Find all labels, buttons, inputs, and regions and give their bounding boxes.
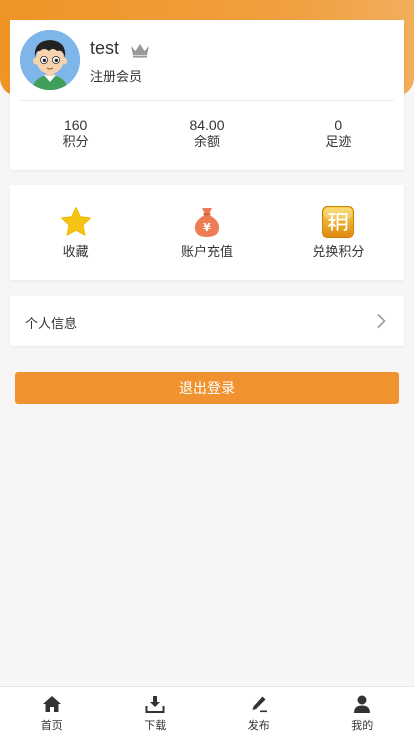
recharge-label: 账户充值: [141, 241, 272, 260]
profile-info-label: 个人信息: [25, 313, 77, 332]
svg-text:¥: ¥: [203, 221, 211, 234]
stat-value: 160: [10, 116, 141, 134]
actions-card: 收藏 ¥ 账户充值 兑换: [10, 185, 404, 280]
star-icon: [59, 205, 93, 239]
tab-mine[interactable]: 我的: [311, 687, 414, 737]
crown-icon: [130, 42, 150, 58]
logout-button[interactable]: 退出登录: [15, 372, 399, 404]
divider: [20, 100, 394, 101]
stat-label: 余额: [141, 134, 272, 152]
username: test: [90, 38, 119, 59]
stat-balance[interactable]: 84.00 余额: [141, 116, 272, 152]
stat-points[interactable]: 160 积分: [10, 116, 141, 152]
boy-avatar-icon[interactable]: [20, 30, 80, 90]
tab-label: 下载: [104, 717, 208, 733]
stat-footprints[interactable]: 0 足迹: [273, 116, 404, 152]
stat-value: 84.00: [141, 116, 272, 134]
chevron-right-icon: [376, 313, 386, 329]
favorites-button[interactable]: 收藏: [10, 185, 141, 280]
redeem-points-button[interactable]: 兑换积分: [273, 185, 404, 280]
tab-label: 首页: [0, 717, 104, 733]
points-exchange-icon: [321, 205, 355, 239]
home-icon: [42, 695, 62, 713]
recharge-button[interactable]: ¥ 账户充值: [141, 185, 272, 280]
stat-value: 0: [273, 116, 404, 134]
stat-label: 足迹: [273, 134, 404, 152]
profile-info-row[interactable]: 个人信息: [10, 296, 404, 346]
tab-publish[interactable]: 发布: [207, 687, 311, 737]
redeem-points-label: 兑换积分: [273, 241, 404, 260]
money-bag-icon: ¥: [190, 205, 224, 239]
tab-download[interactable]: 下载: [104, 687, 208, 737]
download-icon: [145, 695, 165, 713]
favorites-label: 收藏: [10, 241, 141, 260]
user-icon: [352, 695, 372, 713]
member-level: 注册会员: [90, 66, 142, 85]
tab-label: 发布: [207, 717, 311, 733]
tab-label: 我的: [311, 717, 414, 733]
stats-row: 160 积分 84.00 余额 0 足迹: [10, 116, 404, 152]
pencil-icon: [249, 695, 269, 713]
profile-card: test 注册会员 160 积分 84.00 余额 0 足迹: [10, 20, 404, 170]
stat-label: 积分: [10, 134, 141, 152]
bottom-tab-bar: 首页 下载 发布 我的: [0, 686, 414, 737]
tab-home[interactable]: 首页: [0, 687, 104, 737]
